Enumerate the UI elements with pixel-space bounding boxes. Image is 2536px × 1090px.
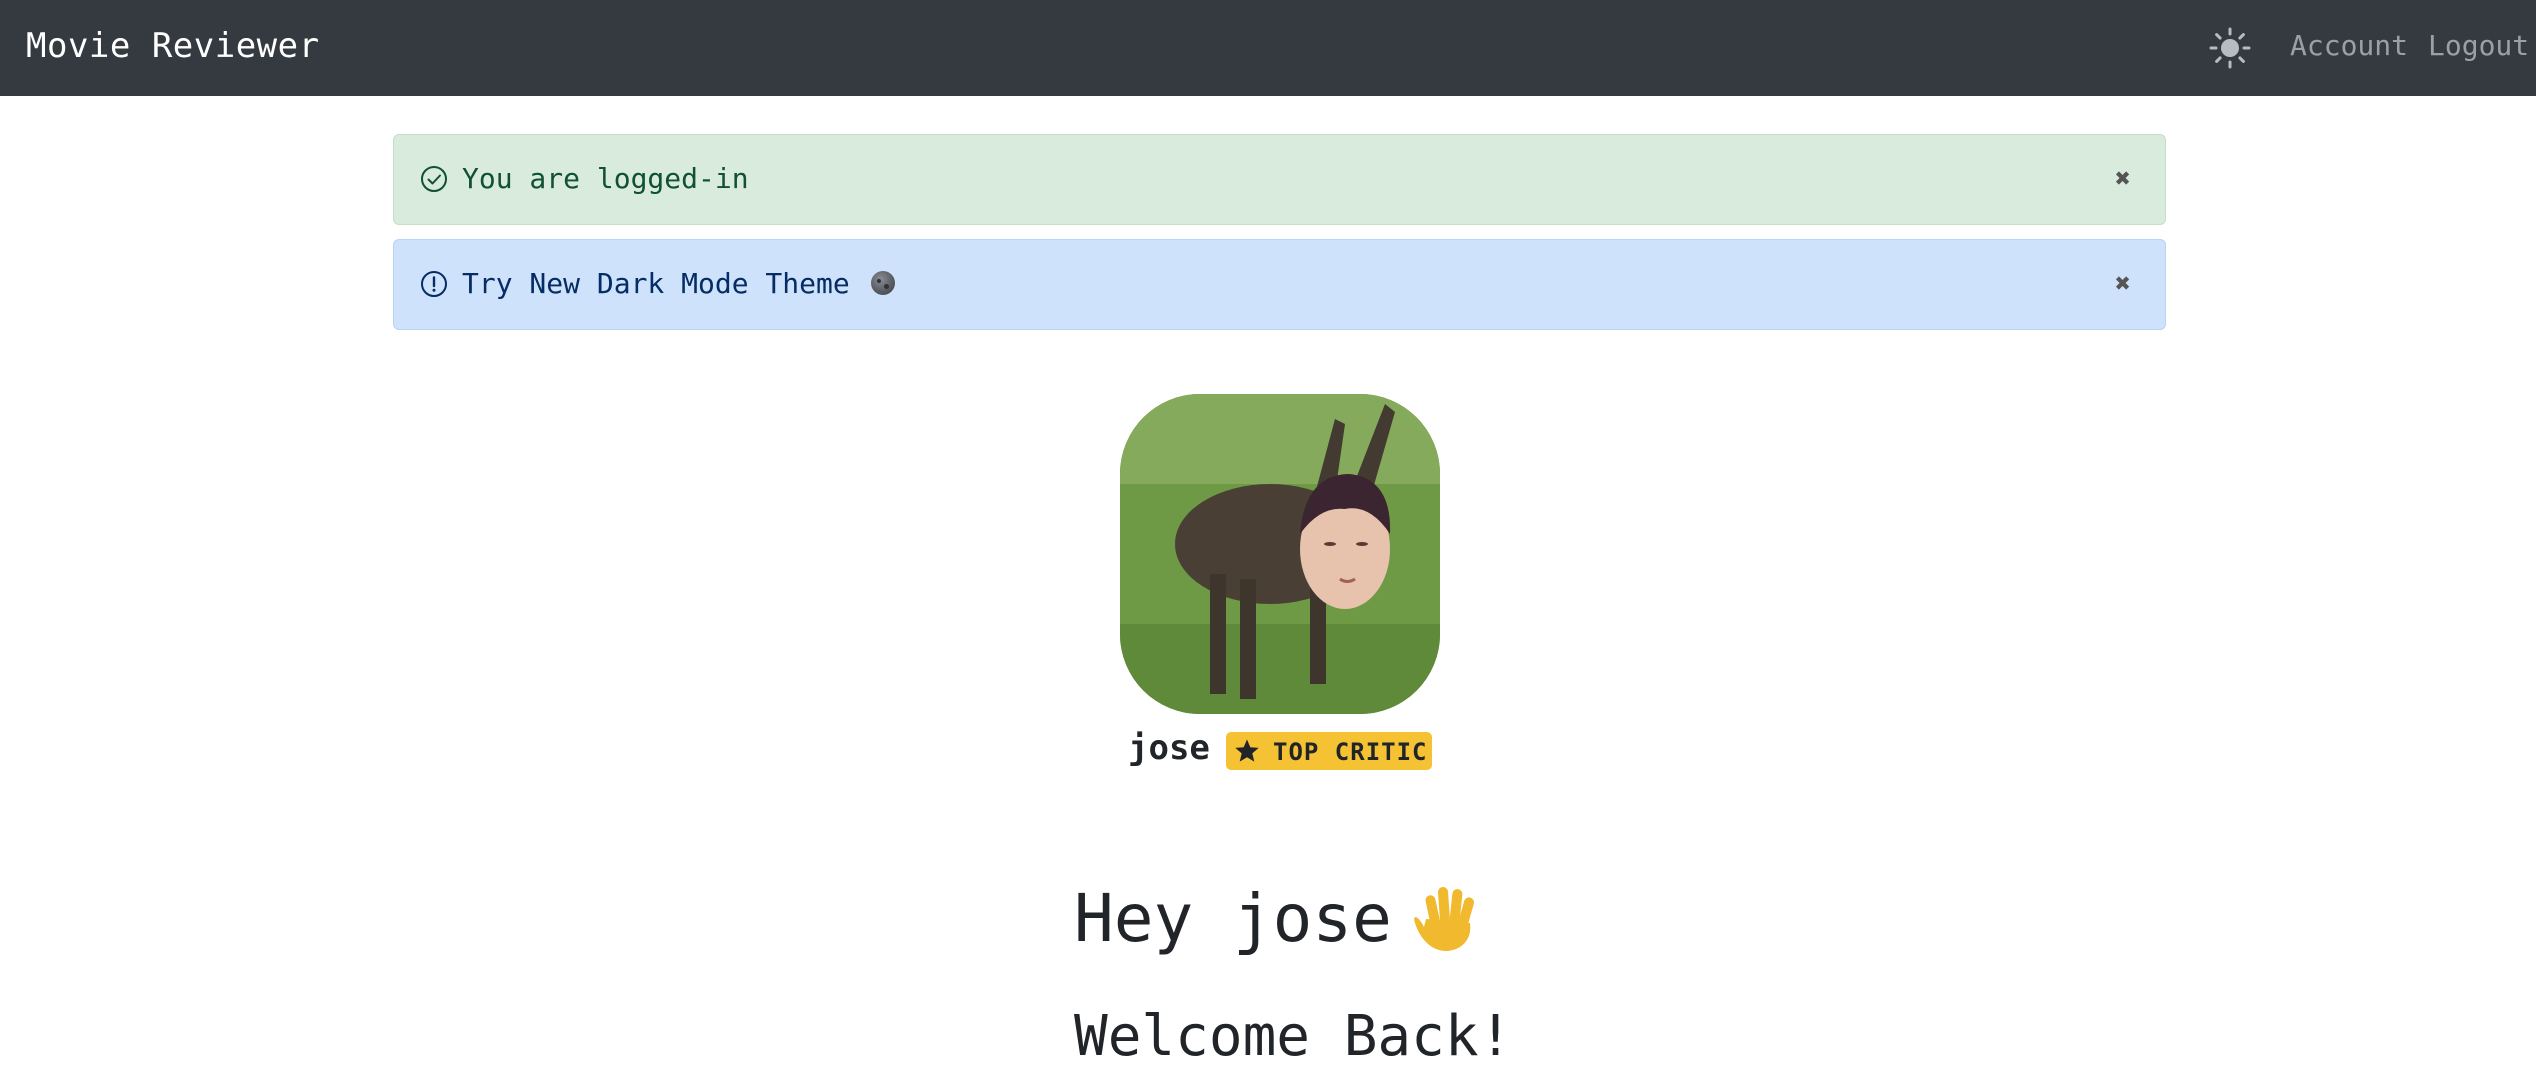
nav-account-link[interactable]: Account <box>2290 29 2408 62</box>
navbar: Movie Reviewer Account Logout <box>0 0 2536 96</box>
alert-message-text: Try New Dark Mode Theme <box>462 267 850 300</box>
top-critic-badge: TOP CRITIC <box>1226 732 1432 770</box>
new-moon-icon <box>870 271 895 295</box>
waving-hand-icon <box>1414 887 1475 951</box>
profile-username: jose <box>1128 728 1210 768</box>
sun-icon <box>2209 27 2251 69</box>
alert-message[interactable]: Try New Dark Mode Theme <box>462 267 895 300</box>
brand-link[interactable]: Movie Reviewer <box>26 26 320 66</box>
avatar-image <box>1120 394 1440 714</box>
login-success-alert: You are logged-in ✖ <box>393 134 2166 225</box>
exclamation-circle-icon <box>421 271 447 297</box>
alert-message: You are logged-in <box>462 162 749 195</box>
close-icon[interactable]: ✖ <box>2105 266 2141 302</box>
nav-logout-link[interactable]: Logout <box>2428 29 2529 62</box>
check-circle-icon <box>421 166 447 192</box>
star-icon <box>1235 739 1259 762</box>
close-icon[interactable]: ✖ <box>2105 161 2141 197</box>
welcome-subheading: Welcome Back! <box>1074 1004 1513 1069</box>
badge-label: TOP CRITIC <box>1273 738 1428 766</box>
avatar <box>1120 394 1440 714</box>
greeting-heading: Hey jose <box>1074 880 1392 957</box>
theme-toggle-button[interactable] <box>2208 26 2252 70</box>
dark-mode-alert: Try New Dark Mode Theme ✖ <box>393 239 2166 330</box>
